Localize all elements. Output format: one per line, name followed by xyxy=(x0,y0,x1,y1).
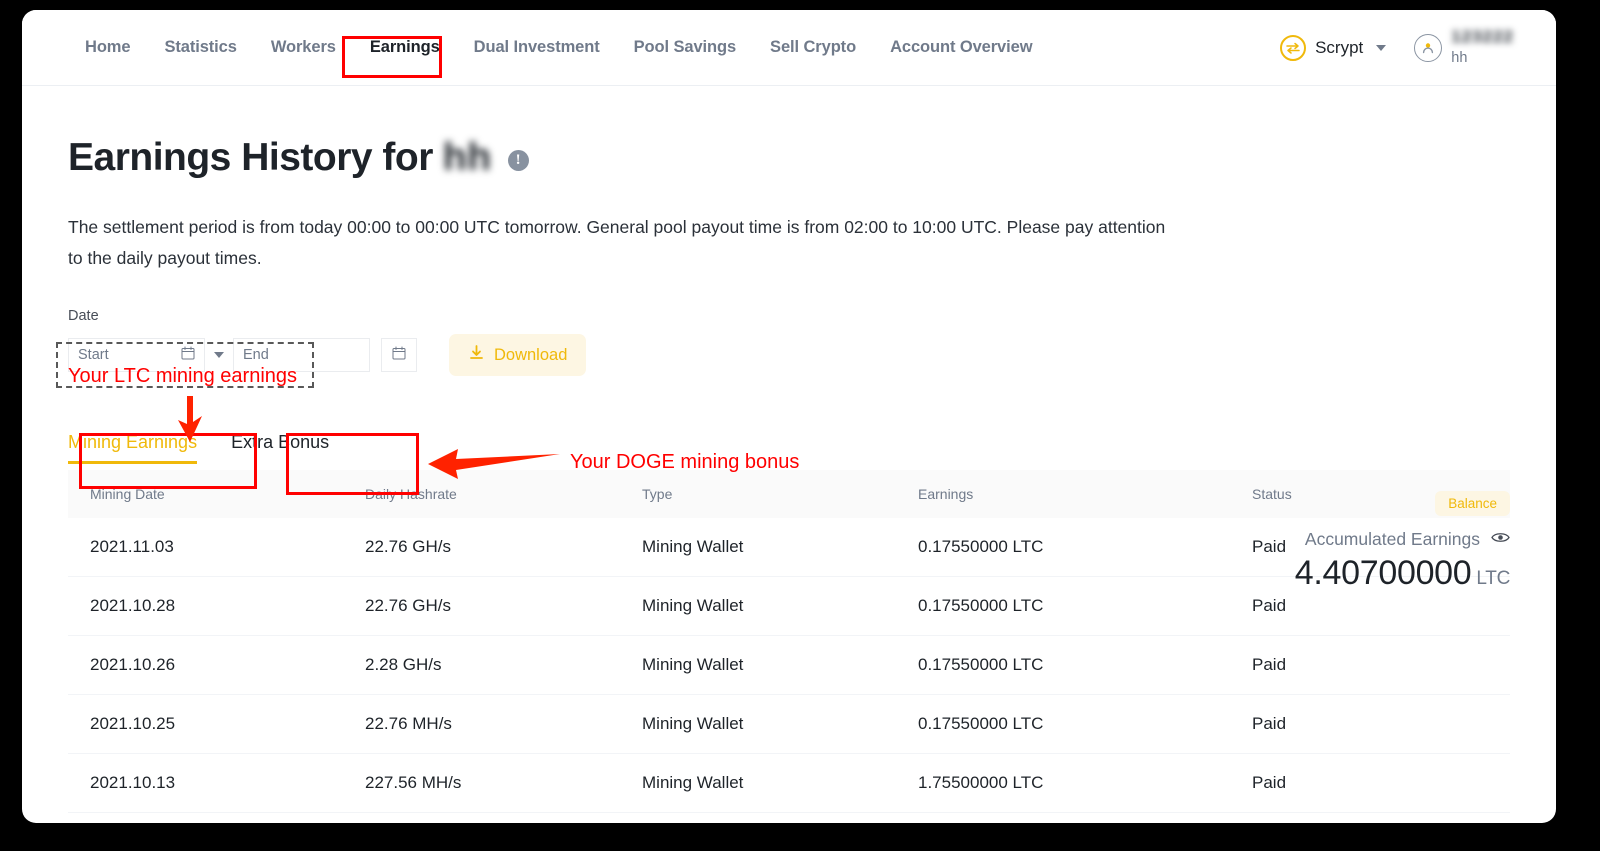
status-badge[interactable]: Balance xyxy=(1435,491,1510,516)
cell-earnings: 0.17550000 LTC xyxy=(896,694,1230,754)
nav-item-earnings[interactable]: Earnings xyxy=(353,30,457,65)
browser-window: Home Statistics Workers Earnings Dual In… xyxy=(22,10,1556,823)
top-navigation-bar: Home Statistics Workers Earnings Dual In… xyxy=(22,10,1556,86)
page-title-username: hh xyxy=(442,136,492,179)
nav-item-sell-crypto[interactable]: Sell Crypto xyxy=(753,30,873,65)
calendar-icon xyxy=(181,346,195,365)
cell-earnings: 1.75500000 LTC xyxy=(896,753,1230,813)
start-date-input[interactable]: Start xyxy=(68,338,205,372)
info-icon[interactable]: ! xyxy=(507,149,529,171)
accumulated-earnings-amount: 4.40700000 xyxy=(1294,554,1472,592)
nav-right-controls: Scrypt 123222 hh xyxy=(1280,28,1532,66)
cell-status: Paid xyxy=(1230,753,1510,813)
nav-item-workers[interactable]: Workers xyxy=(254,30,353,65)
swap-arrows-icon xyxy=(1280,34,1307,61)
column-header-daily-hashrate[interactable]: Daily Hashrate xyxy=(343,470,620,518)
cell-type: Mining Wallet xyxy=(620,694,896,754)
table-row: 2021.10.13 227.56 MH/s Mining Wallet 1.7… xyxy=(68,753,1510,813)
page-title-text: Earnings History for xyxy=(68,136,433,179)
cell-mining-date: 2021.10.25 xyxy=(68,694,343,754)
filter-row: Start End Download xyxy=(68,334,1510,376)
cell-type: Mining Wallet xyxy=(620,635,896,695)
page-content: Earnings History for hh ! The settlement… xyxy=(22,136,1556,823)
accumulated-earnings-unit: LTC xyxy=(1476,568,1510,589)
nav-item-pool-savings[interactable]: Pool Savings xyxy=(617,30,753,65)
cell-daily-hashrate: 22.76 MH/s xyxy=(343,694,620,754)
earnings-tabs: Mining Earnings Extra Bonus xyxy=(68,420,1510,464)
accumulated-earnings-row: Accumulated Earnings xyxy=(1090,529,1510,550)
cell-mining-date: 2021.10.26 xyxy=(68,635,343,695)
cell-mining-date: 2021.11.03 xyxy=(68,518,343,577)
table-row: 2021.10.26 2.28 GH/s Mining Wallet 0.175… xyxy=(68,635,1510,695)
eye-icon[interactable] xyxy=(1491,531,1510,549)
cell-mining-date: 2021.10.13 xyxy=(68,753,343,813)
settlement-description: The settlement period is from today 00:0… xyxy=(68,217,1166,268)
user-text: 123222 hh xyxy=(1451,28,1514,66)
start-date-placeholder: Start xyxy=(78,347,109,363)
nav-item-account-overview[interactable]: Account Overview xyxy=(873,30,1049,65)
page-title: Earnings History for hh ! xyxy=(68,136,1510,180)
cell-daily-hashrate: 22.76 GH/s xyxy=(343,518,620,577)
end-date-placeholder: End xyxy=(243,347,269,363)
tab-mining-earnings[interactable]: Mining Earnings xyxy=(68,432,198,464)
download-icon xyxy=(468,344,485,366)
user-id: 123222 xyxy=(1451,28,1514,47)
download-label: Download xyxy=(494,345,568,364)
cell-daily-hashrate: 22.76 GH/s xyxy=(343,576,620,636)
column-header-mining-date[interactable]: Mining Date xyxy=(68,470,343,518)
table-row: 2021.10.25 22.76 MH/s Mining Wallet 0.17… xyxy=(68,694,1510,754)
date-filter-label: Date xyxy=(68,308,99,324)
user-name: hh xyxy=(1451,50,1468,67)
algorithm-selector[interactable]: Scrypt xyxy=(1280,34,1387,61)
balance-panel: Balance Accumulated Earnings 4.40700000 L… xyxy=(1090,491,1510,593)
chevron-down-icon xyxy=(1376,44,1387,51)
column-header-type[interactable]: Type xyxy=(620,470,896,518)
cell-earnings: 0.17550000 LTC xyxy=(896,635,1230,695)
algorithm-label: Scrypt xyxy=(1315,37,1364,57)
nav-item-statistics[interactable]: Statistics xyxy=(147,30,253,65)
accumulated-earnings-value: 4.40700000 LTC xyxy=(1090,554,1511,593)
cell-daily-hashrate: 2.28 GH/s xyxy=(343,635,620,695)
cell-type: Mining Wallet xyxy=(620,576,896,636)
date-range-separator-icon xyxy=(214,352,224,358)
download-button[interactable]: Download xyxy=(449,334,587,376)
nav-item-home[interactable]: Home xyxy=(68,30,147,65)
user-menu[interactable]: 123222 hh xyxy=(1414,28,1514,66)
accumulated-earnings-label: Accumulated Earnings xyxy=(1304,529,1480,549)
nav-links: Home Statistics Workers Earnings Dual In… xyxy=(68,30,1049,65)
cell-type: Mining Wallet xyxy=(620,753,896,813)
cell-status: Paid xyxy=(1230,694,1510,754)
cell-mining-date: 2021.10.28 xyxy=(68,576,343,636)
calendar-icon xyxy=(392,346,406,365)
end-date-input[interactable]: End xyxy=(233,338,370,372)
nav-item-dual-investment[interactable]: Dual Investment xyxy=(457,30,617,65)
calendar-button[interactable] xyxy=(381,338,417,372)
cell-type: Mining Wallet xyxy=(620,518,896,577)
avatar-icon xyxy=(1414,33,1443,62)
cell-status: Paid xyxy=(1230,635,1510,695)
tab-extra-bonus[interactable]: Extra Bonus xyxy=(231,432,329,464)
cell-daily-hashrate: 227.56 MH/s xyxy=(343,753,620,813)
date-range-picker[interactable]: Start End xyxy=(68,338,417,372)
